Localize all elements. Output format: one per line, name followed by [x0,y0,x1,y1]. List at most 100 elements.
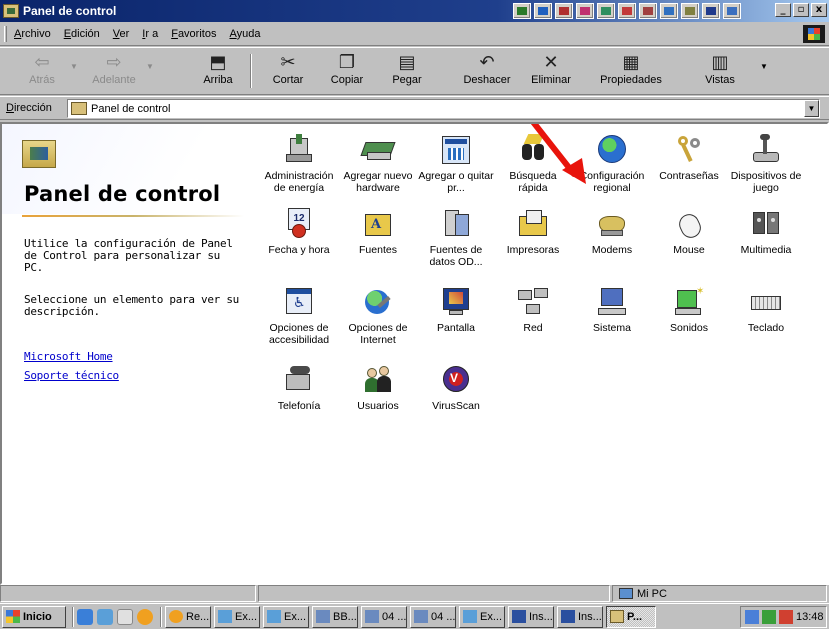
notepad-icon[interactable] [117,608,133,625]
icon-label: Fuentes [359,244,397,256]
undo-button[interactable]: ↶ Deshacer [459,52,515,94]
icon-keyboard[interactable]: Teclado [727,286,805,334]
task-button[interactable]: 04 ... [361,605,407,628]
menu-edicion[interactable]: Edición [64,28,100,40]
app-icon[interactable] [576,3,594,19]
menu-archivo[interactable]: Archivo [14,28,51,40]
address-input[interactable]: Panel de control ▼ [67,99,820,118]
network-icon [516,286,550,318]
cut-button[interactable]: ✂ Cortar [260,52,316,94]
back-dropdown-icon[interactable]: ▼ [70,62,78,71]
maximize-button[interactable]: ▫ [793,3,809,17]
icon-mouse[interactable]: Mouse [650,208,728,256]
tray-icon[interactable] [762,610,776,624]
printers-icon [516,208,550,240]
up-button[interactable]: ⬒ Arriba [190,52,246,94]
menu-ayuda[interactable]: Ayuda [229,28,260,40]
icon-accessibility[interactable]: ♿ Opciones de accesibilidad [260,286,338,346]
app-icon[interactable] [513,3,531,19]
tray-icon[interactable] [745,610,759,624]
task-button[interactable]: 04 ... [410,605,456,628]
task-button[interactable]: Ins... [508,605,554,628]
app-icon[interactable] [723,3,741,19]
app-icon [169,610,183,623]
forward-button[interactable]: ⇨ Adelante [86,52,142,94]
messenger-icon[interactable] [137,608,153,625]
task-button[interactable]: Ins... [557,605,603,628]
icon-fonts[interactable]: A Fuentes [339,208,417,256]
icon-multimedia[interactable]: Multimedia [727,208,805,256]
task-button[interactable]: BB... [312,605,358,628]
menu-favoritos[interactable]: Favoritos [171,28,216,40]
icon-add-remove-programs[interactable]: Agregar o quitar pr... [417,134,495,194]
icon-modems[interactable]: Modems [573,208,651,256]
address-dropdown-icon[interactable]: ▼ [804,100,819,117]
up-folder-icon: ⬒ [209,52,227,73]
status-location: Mi PC [612,585,827,602]
paste-button[interactable]: ▤ Pegar [379,52,435,94]
web-view-panel: Panel de control Utilice la configuració… [2,124,252,583]
clock[interactable]: 13:48 [796,611,824,623]
icon-label: Multimedia [740,244,792,256]
start-label: Inicio [23,610,52,623]
document-icon [414,610,428,623]
icon-printers[interactable]: Impresoras [494,208,572,256]
virusscan-icon: V [439,364,473,396]
task-button[interactable]: Ex... [263,605,309,628]
internet-explorer-icon[interactable] [77,608,93,625]
support-link[interactable]: Soporte técnico [24,369,119,382]
modems-icon [595,208,629,240]
control-panel-icon [71,102,87,115]
icon-telephony[interactable]: Telefonía [260,364,338,412]
views-dropdown-icon[interactable]: ▼ [760,62,768,71]
copy-icon: ❐ [338,52,356,73]
icon-virusscan[interactable]: V VirusScan [417,364,495,412]
title-bar[interactable]: Panel de control _ ▫ x [0,0,829,22]
game-controllers-icon [749,134,783,166]
explorer-icon[interactable] [97,608,113,625]
properties-button[interactable]: ▦ Propiedades [591,52,671,94]
microsoft-home-link[interactable]: Microsoft Home [24,350,113,363]
icon-game-controllers[interactable]: Dispositivos de juego [727,134,805,194]
tray-icon[interactable] [779,610,793,624]
icon-users[interactable]: Usuarios [339,364,417,412]
task-button[interactable]: Ex... [214,605,260,628]
icon-system[interactable]: Sistema [573,286,651,334]
app-icon[interactable] [660,3,678,19]
task-button[interactable]: Re... [165,605,211,628]
task-button-active[interactable]: P... [606,605,656,628]
icon-power-management[interactable]: Administración de energía [260,134,338,194]
icon-display[interactable]: Pantalla [417,286,495,334]
icon-passwords[interactable]: Contraseñas [650,134,728,182]
app-icon[interactable] [681,3,699,19]
icon-odbc[interactable]: Fuentes de datos OD... [417,208,495,268]
start-button[interactable]: Inicio [2,605,66,628]
menu-ver[interactable]: Ver [113,28,130,40]
copy-button[interactable]: ❐ Copiar [319,52,375,94]
app-icon[interactable] [639,3,657,19]
users-icon [361,364,395,396]
icon-network[interactable]: Red [494,286,572,334]
icon-label: Administración de energía [264,170,334,194]
icon-sounds[interactable]: ✶ Sonidos [650,286,728,334]
icon-label: Sistema [593,322,631,334]
app-icon[interactable] [597,3,615,19]
explorer-icon [218,610,232,623]
back-button[interactable]: ⇦ Atrás [14,52,70,94]
forward-dropdown-icon[interactable]: ▼ [146,62,154,71]
app-icon[interactable] [534,3,552,19]
menu-ir-a[interactable]: Ir a [142,28,158,40]
minimize-button[interactable]: _ [775,3,791,17]
icon-label: Impresoras [506,244,560,256]
toolbar-grip[interactable] [4,26,7,42]
app-icon[interactable] [702,3,720,19]
icon-internet-options[interactable]: Opciones de Internet [339,286,417,346]
close-button[interactable]: x [811,3,827,17]
app-icon[interactable] [618,3,636,19]
views-button[interactable]: ▥ Vistas [692,52,748,94]
task-button[interactable]: Ex... [459,605,505,628]
icon-date-time[interactable]: 12 Fecha y hora [260,208,338,256]
icon-add-hardware[interactable]: Agregar nuevo hardware [339,134,417,194]
delete-button[interactable]: ✕ Eliminar [523,52,579,94]
app-icon[interactable] [555,3,573,19]
